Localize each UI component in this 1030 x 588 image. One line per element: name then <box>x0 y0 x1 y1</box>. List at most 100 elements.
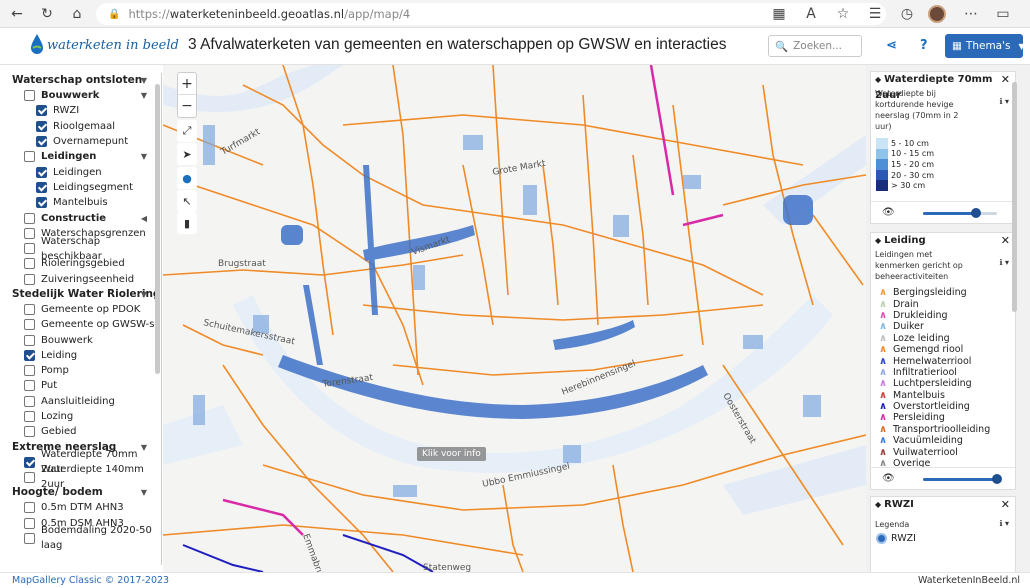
collapse-arrow-icon[interactable]: ◆ <box>875 500 881 509</box>
home-icon[interactable]: ⌂ <box>66 3 88 25</box>
slider-track[interactable] <box>923 478 997 481</box>
layer-row[interactable]: Zuiveringseenheid <box>7 272 161 287</box>
layer-panel-scrollbar[interactable] <box>155 84 160 374</box>
checkbox-checked[interactable] <box>36 136 47 148</box>
leiding-opacity-slider[interactable]: 👁 <box>871 467 1015 489</box>
eye-icon[interactable]: 👁 <box>882 473 895 484</box>
pointer-icon[interactable]: ↖ <box>177 190 197 212</box>
collapse-arrow-icon[interactable]: ▼ <box>141 73 147 88</box>
layer-row[interactable]: Gebied <box>7 424 161 439</box>
footer-copyright[interactable]: MapGallery Classic © 2017-2023 <box>12 573 169 588</box>
layer-row[interactable]: Constructie ◀ <box>7 210 161 225</box>
checkbox[interactable] <box>24 426 35 438</box>
layer-row[interactable]: Leidingen ▼ <box>7 149 161 164</box>
favorite-star-icon[interactable]: ☆ <box>832 3 854 25</box>
checkbox[interactable] <box>24 90 35 102</box>
footer-site[interactable]: WaterketenInBeeld.nl <box>918 573 1020 588</box>
locate-icon[interactable]: ➤ <box>177 143 197 165</box>
layer-row[interactable]: Leiding <box>7 348 161 363</box>
layer-row[interactable]: Bodemdaling 2020-50 laag <box>7 525 161 551</box>
slider-knob[interactable] <box>971 208 982 218</box>
checkbox[interactable] <box>24 151 35 163</box>
checkbox[interactable] <box>24 365 35 377</box>
checkbox[interactable] <box>24 258 35 270</box>
checkbox[interactable] <box>24 471 35 483</box>
close-icon[interactable]: ✕ <box>1001 233 1010 249</box>
checkbox[interactable] <box>24 227 35 239</box>
profile-avatar[interactable] <box>928 5 946 23</box>
layer-section-header[interactable]: Waterschap ontsloten ▼ <box>7 73 161 88</box>
collapse-arrow-icon[interactable]: ▼ <box>141 88 147 103</box>
collapse-arrow-icon[interactable]: ▼ <box>141 287 147 302</box>
checkbox-checked[interactable] <box>24 349 35 361</box>
history-icon[interactable]: ◷ <box>896 3 918 25</box>
layer-section-header[interactable]: Hoogte/ bodem ▼ <box>7 485 161 500</box>
slider-track[interactable] <box>923 212 997 215</box>
layer-row[interactable]: Rioolgemaal <box>7 119 161 134</box>
checkbox[interactable] <box>24 532 35 544</box>
checkbox-checked[interactable] <box>36 181 47 193</box>
collapse-arrow-icon[interactable]: ◆ <box>875 75 881 84</box>
layer-row[interactable]: Mantelbuis <box>7 195 161 210</box>
reload-icon[interactable]: ↻ <box>36 3 58 25</box>
layer-row[interactable]: Aansluitleiding <box>7 394 161 409</box>
checkbox[interactable] <box>24 243 35 255</box>
layer-row[interactable]: RWZI <box>7 103 161 118</box>
layer-row[interactable]: Lozing <box>7 409 161 424</box>
collapse-arrow-icon[interactable]: ▼ <box>141 485 147 500</box>
reader-icon[interactable]: ▦ <box>768 3 790 25</box>
checkbox[interactable] <box>24 273 35 285</box>
checkbox[interactable] <box>24 517 35 529</box>
read-aloud-icon[interactable]: A <box>800 3 822 25</box>
click-for-info-label[interactable]: Klik voor info <box>417 447 486 461</box>
layer-section-header[interactable]: Stedelijk Water Riolering ▼ <box>7 287 161 302</box>
collapse-arrow-icon[interactable]: ◆ <box>875 236 881 245</box>
checkbox[interactable] <box>24 395 35 407</box>
collapse-arrow-icon[interactable]: ▼ <box>141 149 147 164</box>
layer-row[interactable]: 0.5m DTM AHN3 <box>7 500 161 515</box>
back-icon[interactable]: ← <box>6 3 28 25</box>
legend-panel-scrollbar[interactable] <box>1012 82 1017 312</box>
info-dropdown-icon[interactable]: ℹ ▾ <box>999 258 1009 267</box>
checkbox-checked[interactable] <box>36 166 47 178</box>
checkbox-checked[interactable] <box>36 120 47 132</box>
app-logo[interactable]: waterketen in beeld <box>30 33 179 55</box>
share-icon[interactable]: ⋖ <box>886 38 897 53</box>
layer-row[interactable]: Overnamepunt <box>7 134 161 149</box>
layer-row[interactable]: Rioleringsgebied <box>7 256 161 271</box>
layer-row[interactable]: Bouwwerk <box>7 332 161 347</box>
eye-icon[interactable]: 👁 <box>882 207 895 218</box>
fullscreen-icon[interactable]: ⤢ <box>177 120 197 142</box>
checkbox[interactable] <box>24 411 35 423</box>
close-icon[interactable]: ✕ <box>1001 497 1010 513</box>
checkbox-checked[interactable] <box>24 456 35 468</box>
sidebar-icon[interactable]: ▭ <box>992 3 1014 25</box>
info-dropdown-icon[interactable]: ℹ ▾ <box>999 97 1009 106</box>
checkbox-checked[interactable] <box>36 197 47 209</box>
slider-knob[interactable] <box>992 474 1002 484</box>
layer-row[interactable]: Pomp <box>7 363 161 378</box>
layer-row[interactable]: Put <box>7 378 161 393</box>
checkbox-checked[interactable] <box>36 105 47 117</box>
layer-row[interactable]: Gemeente op GWSW-s <box>7 317 161 332</box>
marker-icon[interactable]: ● <box>177 167 197 189</box>
favorites-icon[interactable]: ☰ <box>864 3 886 25</box>
layer-row[interactable]: Leidingsegment <box>7 180 161 195</box>
layer-row[interactable]: Leidingen <box>7 164 161 179</box>
checkbox[interactable] <box>24 212 35 224</box>
themas-button[interactable]: ▦ Thema's ▼ <box>945 34 1025 58</box>
checkbox[interactable] <box>24 319 35 331</box>
help-icon[interactable]: ? <box>920 38 928 53</box>
search-input[interactable]: 🔍 Zoeken... <box>768 35 862 57</box>
zoom-out-button[interactable]: − <box>178 95 196 117</box>
layer-row[interactable]: Waterdiepte 140mm 2uur <box>7 464 161 490</box>
checkbox[interactable] <box>24 380 35 392</box>
layer-row[interactable]: Gemeente op PDOK <box>7 302 161 317</box>
waterdiepte-opacity-slider[interactable]: 👁 <box>871 201 1015 223</box>
info-dropdown-icon[interactable]: ℹ ▾ <box>999 519 1009 528</box>
map-canvas[interactable]: Brugstraat Turfmarkt Vismarkt Torenstraa… <box>163 65 866 572</box>
layer-row[interactable]: Bouwwerk ▼ <box>7 88 161 103</box>
collapse-arrow-icon[interactable]: ◀ <box>141 211 147 226</box>
checkbox[interactable] <box>24 334 35 346</box>
more-icon[interactable]: ⋯ <box>960 3 982 25</box>
